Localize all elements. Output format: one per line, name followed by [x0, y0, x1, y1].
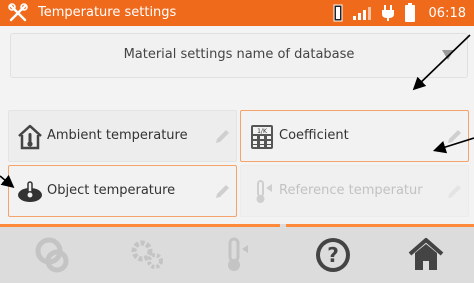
home-tab[interactable]: [396, 227, 456, 283]
ambient-temperature-label: Ambient temperature: [47, 128, 188, 143]
help-tab[interactable]: ?: [303, 227, 363, 283]
signal-icon: [352, 7, 371, 20]
database-dropdown[interactable]: Material settings name of database: [10, 33, 468, 78]
svg-text:?: ?: [327, 243, 339, 267]
measurement-tab[interactable]: [22, 227, 82, 283]
help-icon: ?: [316, 238, 350, 272]
thermometer-reference-icon: [256, 180, 272, 203]
status-bar: Temperature settings 06:18: [0, 0, 474, 26]
object-temperature-field[interactable]: Object temperature: [8, 165, 237, 217]
ambient-temperature-field[interactable]: Ambient temperature: [8, 110, 237, 162]
thermometer-icon: [228, 237, 248, 271]
measurement-icon: [35, 237, 69, 273]
pencil-icon: [216, 130, 229, 143]
window-title: Temperature settings: [38, 5, 177, 20]
pencil-icon: [448, 185, 461, 198]
reference-temperature-label: Reference temperatur: [279, 183, 423, 198]
svg-text:1/K: 1/K: [257, 128, 268, 135]
house-thermometer-icon: [18, 124, 42, 150]
pencil-icon: [448, 130, 461, 143]
clock: 06:18: [428, 5, 466, 21]
object-temperature-icon: [18, 181, 42, 202]
dropdown-triangle-icon: [442, 50, 454, 60]
plug-icon: [381, 5, 394, 21]
tools-icon: [8, 3, 28, 22]
settings-gears-icon: [131, 240, 163, 269]
temperature-tab[interactable]: [206, 227, 266, 283]
reference-temperature-field: Reference temperatur: [240, 165, 469, 217]
object-temperature-label: Object temperature: [47, 183, 176, 198]
settings-tab[interactable]: [117, 227, 177, 283]
battery-probe-icon: [333, 4, 343, 22]
coefficient-field[interactable]: 1/K Coefficient: [240, 110, 469, 162]
calculator-icon: 1/K: [251, 125, 273, 149]
battery-icon: [404, 3, 415, 22]
home-icon: [408, 238, 444, 270]
coefficient-label: Coefficient: [279, 128, 349, 143]
bottom-tab-bar: ?: [0, 224, 474, 283]
database-dropdown-label: Material settings name of database: [123, 47, 355, 62]
pencil-icon: [216, 185, 229, 198]
